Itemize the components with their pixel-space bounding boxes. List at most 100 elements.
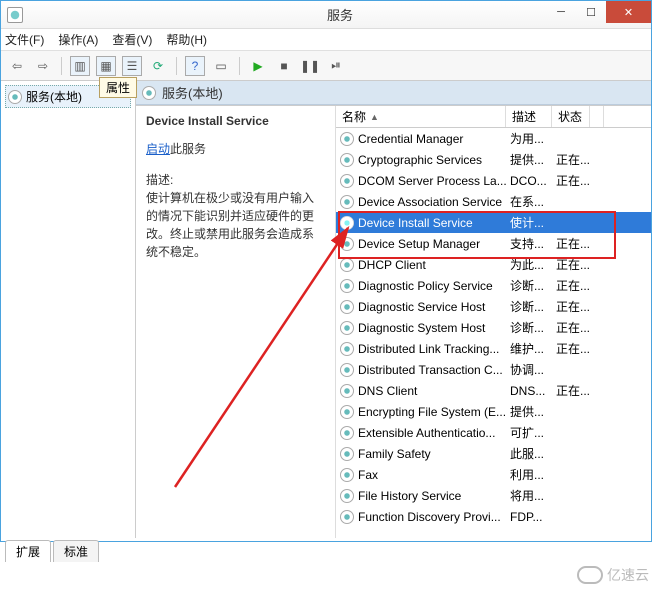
service-row[interactable]: DCOM Server Process La...DCO...正在... <box>336 170 651 191</box>
gear-icon <box>340 300 354 314</box>
gear-icon <box>340 489 354 503</box>
menu-file[interactable]: 文件(F) <box>5 31 44 48</box>
pause-service-button[interactable]: ❚❚ <box>300 56 320 76</box>
service-list-pane: 名称▲ 描述 状态 Credential Manager为用...Cryptog… <box>336 106 651 538</box>
refresh-button[interactable]: ⟳ <box>148 56 168 76</box>
col-header-desc[interactable]: 描述 <box>506 106 552 127</box>
restart-service-button[interactable]: ⏯ <box>326 56 346 76</box>
service-row[interactable]: Device Association Service在系... <box>336 191 651 212</box>
service-row[interactable]: DHCP Client为此...正在... <box>336 254 651 275</box>
service-row[interactable]: Distributed Transaction C...协调... <box>336 359 651 380</box>
service-name: Diagnostic System Host <box>358 321 510 335</box>
service-desc: 可扩... <box>510 424 556 441</box>
service-row[interactable]: Function Discovery Provi...FDP... <box>336 506 651 524</box>
start-service-button[interactable]: ▶ <box>248 56 268 76</box>
service-desc: 支持... <box>510 235 556 252</box>
gear-icon <box>340 468 354 482</box>
options-button[interactable]: ▭ <box>211 56 231 76</box>
service-status: 正在... <box>556 172 594 189</box>
properties-tooltip: 属性 <box>99 77 137 98</box>
services-window: 服务 ─ ☐ ✕ 文件(F) 操作(A) 查看(V) 帮助(H) ⇦ ⇨ ▥ ▦… <box>0 0 652 542</box>
service-row[interactable]: Diagnostic System Host诊断...正在... <box>336 317 651 338</box>
service-name: Diagnostic Policy Service <box>358 279 510 293</box>
service-status: 正在... <box>556 382 594 399</box>
gear-icon <box>340 363 354 377</box>
service-row[interactable]: Credential Manager为用... <box>336 128 651 149</box>
gear-icon <box>340 174 354 188</box>
start-service-suffix: 此服务 <box>170 142 206 156</box>
service-row[interactable]: Fax利用... <box>336 464 651 485</box>
service-row[interactable]: Family Safety此服... <box>336 443 651 464</box>
gear-icon <box>340 216 354 230</box>
properties-button[interactable]: ☰ <box>122 56 142 76</box>
service-row[interactable]: Device Install Service使计... <box>336 212 651 233</box>
service-row[interactable]: Extensible Authenticatio...可扩... <box>336 422 651 443</box>
service-desc: DCO... <box>510 174 556 188</box>
service-row[interactable]: Encrypting File System (E...提供... <box>336 401 651 422</box>
service-name: Device Setup Manager <box>358 237 510 251</box>
gear-icon <box>340 342 354 356</box>
show-hide-tree-button[interactable]: ▥ <box>70 56 90 76</box>
sort-asc-icon: ▲ <box>370 112 379 122</box>
start-service-link[interactable]: 启动 <box>146 142 170 156</box>
gear-icon <box>340 237 354 251</box>
tree-node-label: 服务(本地) <box>26 88 82 105</box>
menu-view[interactable]: 查看(V) <box>112 31 152 48</box>
back-button[interactable]: ⇦ <box>7 56 27 76</box>
gear-icon <box>340 447 354 461</box>
col-header-name[interactable]: 名称▲ <box>336 106 506 127</box>
gear-icon <box>340 258 354 272</box>
service-row[interactable]: File History Service将用... <box>336 485 651 506</box>
service-row[interactable]: Cryptographic Services提供...正在... <box>336 149 651 170</box>
service-desc: 诊断... <box>510 277 556 294</box>
detail-service-name: Device Install Service <box>146 114 325 128</box>
service-name: Distributed Transaction C... <box>358 363 510 377</box>
service-name: File History Service <box>358 489 510 503</box>
service-name: DCOM Server Process La... <box>358 174 510 188</box>
service-desc: 在系... <box>510 193 556 210</box>
col-header-extra[interactable] <box>590 106 604 127</box>
desc-label: 描述: <box>146 171 325 189</box>
menubar: 文件(F) 操作(A) 查看(V) 帮助(H) <box>1 29 651 51</box>
view-tabs: 扩展 标准 <box>1 540 651 562</box>
service-name: Function Discovery Provi... <box>358 510 510 524</box>
service-name: Encrypting File System (E... <box>358 405 510 419</box>
titlebar: 服务 ─ ☐ ✕ <box>1 1 651 29</box>
service-name: Family Safety <box>358 447 510 461</box>
service-row[interactable]: Distributed Link Tracking...维护...正在... <box>336 338 651 359</box>
service-status: 正在... <box>556 298 594 315</box>
stop-service-button[interactable]: ■ <box>274 56 294 76</box>
service-desc: 提供... <box>510 403 556 420</box>
service-name: DHCP Client <box>358 258 510 272</box>
col-header-status[interactable]: 状态 <box>552 106 590 127</box>
service-row[interactable]: Diagnostic Policy Service诊断...正在... <box>336 275 651 296</box>
close-button[interactable]: ✕ <box>606 1 651 23</box>
gear-icon <box>340 384 354 398</box>
gear-icon <box>340 321 354 335</box>
service-row[interactable]: Device Setup Manager支持...正在... <box>336 233 651 254</box>
minimize-button[interactable]: ─ <box>546 1 576 23</box>
service-row[interactable]: Diagnostic Service Host诊断...正在... <box>336 296 651 317</box>
maximize-button[interactable]: ☐ <box>576 1 606 23</box>
service-desc: 诊断... <box>510 298 556 315</box>
service-desc: 利用... <box>510 466 556 483</box>
service-name: Diagnostic Service Host <box>358 300 510 314</box>
tab-standard[interactable]: 标准 <box>53 540 99 562</box>
service-list[interactable]: Credential Manager为用...Cryptographic Ser… <box>336 128 651 524</box>
gear-icon <box>340 153 354 167</box>
menu-action[interactable]: 操作(A) <box>58 31 98 48</box>
menu-help[interactable]: 帮助(H) <box>166 31 207 48</box>
right-pane-body: Device Install Service 启动此服务 描述: 使计算机在极少… <box>136 105 651 538</box>
right-pane-title: 服务(本地) <box>162 83 223 102</box>
service-desc: FDP... <box>510 510 556 524</box>
tab-extended[interactable]: 扩展 <box>5 540 51 562</box>
service-row[interactable]: DNS ClientDNS...正在... <box>336 380 651 401</box>
help-button[interactable]: ? <box>185 56 205 76</box>
service-name: DNS Client <box>358 384 510 398</box>
service-status: 正在... <box>556 235 594 252</box>
service-desc: 使计... <box>510 214 556 231</box>
gear-icon <box>340 279 354 293</box>
forward-button[interactable]: ⇨ <box>33 56 53 76</box>
export-button[interactable]: ▦ <box>96 56 116 76</box>
service-desc: 维护... <box>510 340 556 357</box>
